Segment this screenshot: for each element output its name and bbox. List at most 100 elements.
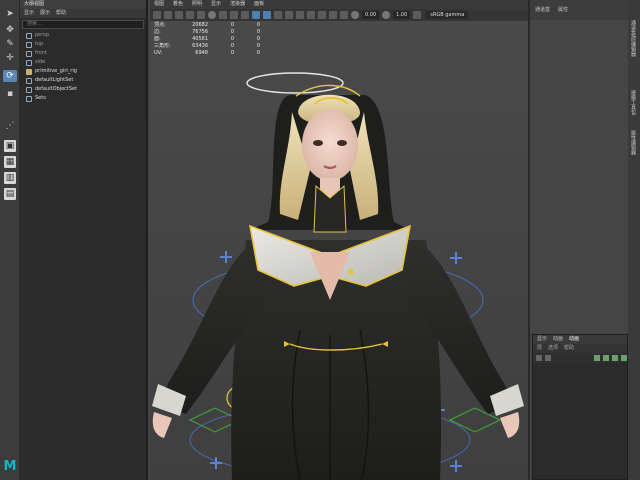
vp-menu-lighting[interactable]: 照明: [192, 0, 202, 9]
camera-icon: [26, 59, 32, 66]
new-empty-layer-icon[interactable]: [612, 355, 618, 361]
move-tool-icon[interactable]: ✛: [3, 52, 17, 64]
layer-menu-options[interactable]: 选项: [548, 344, 558, 353]
hud-label: UV:: [154, 50, 163, 56]
wireframe-on-shaded-icon[interactable]: [274, 11, 282, 19]
outliner-menu-show[interactable]: 展示: [40, 9, 50, 18]
resolution-gate-icon[interactable]: [219, 11, 227, 19]
outliner-item-label: defaultLightSet: [35, 77, 74, 83]
lasso-tool-icon[interactable]: ✥: [3, 24, 17, 36]
hud-value: 40561: [192, 36, 208, 42]
exposure-value[interactable]: 0.00: [362, 11, 380, 19]
outliner-item[interactable]: Sets: [26, 94, 146, 103]
vp-menu-shading[interactable]: 着色: [173, 0, 183, 9]
tab-attributes[interactable]: 属性: [558, 6, 568, 20]
xray-joints-icon[interactable]: [329, 11, 337, 19]
outliner-item-label: persp: [35, 32, 50, 38]
hud-value: 0: [256, 50, 260, 56]
outliner-item-label: defaultObjectSet: [35, 86, 78, 92]
snap-tool-icon[interactable]: ⋰: [3, 120, 17, 132]
hud-value: 0: [230, 36, 234, 42]
layout-stack-icon[interactable]: ▤: [4, 188, 16, 200]
poly-count-hud: 顶点: 20682 0 0 边: 76756 0 0 面: 40561 0 0 三角形: 63436 0 0 U…: [154, 22, 260, 57]
move-layer-down-icon[interactable]: [545, 355, 551, 361]
outliner-search-input[interactable]: 搜索...: [22, 20, 144, 29]
hud-label: 面:: [154, 36, 161, 42]
hud-value: 0: [256, 29, 260, 35]
hud-value: 0: [230, 29, 234, 35]
move-layer-up-icon[interactable]: [536, 355, 542, 361]
vp-menu-view[interactable]: 视图: [154, 0, 164, 9]
vp-menu-show[interactable]: 显示: [211, 0, 221, 9]
new-layer-selected-icon[interactable]: [603, 355, 609, 361]
camera-icon: [26, 32, 32, 39]
right-panel-tabs: 通道盒 属性: [530, 0, 628, 20]
shadows-icon[interactable]: [307, 11, 315, 19]
field-chart-icon[interactable]: [241, 11, 249, 19]
outliner-item[interactable]: defaultObjectSet: [26, 85, 146, 94]
camera-select-icon[interactable]: [153, 11, 161, 19]
gamma-value[interactable]: 1.00: [393, 11, 411, 19]
gamma-icon[interactable]: [382, 11, 391, 19]
gate-mask-icon[interactable]: [230, 11, 238, 19]
hud-value: 0: [230, 50, 234, 56]
layer-options-icon[interactable]: [621, 355, 627, 361]
tab-anim-active[interactable]: 动画: [569, 335, 579, 344]
hud-value: 0: [256, 43, 260, 49]
outliner-menu-display[interactable]: 显示: [24, 9, 34, 18]
layer-editor-toolbar: [533, 353, 627, 363]
hud-value: 63436: [192, 43, 208, 49]
layer-menu-layers[interactable]: 层: [537, 344, 542, 353]
outliner-item[interactable]: defaultLightSet: [26, 76, 146, 85]
grid-icon[interactable]: [197, 11, 205, 19]
layout-four-icon[interactable]: ▦: [4, 156, 16, 168]
camera-lock-icon[interactable]: [164, 11, 172, 19]
hud-value: 6948: [195, 50, 208, 56]
camera-icon: [26, 41, 32, 48]
maya-logo: M: [3, 459, 17, 474]
outliner-item-label: top: [35, 41, 44, 47]
layout-single-icon[interactable]: ▣: [4, 140, 16, 152]
viewport-panel[interactable]: 视图 着色 照明 显示 渲染器 面板 0.00 1.00 sRGB gamma …: [150, 0, 528, 480]
scale-tool-icon[interactable]: ▪: [3, 88, 17, 100]
outliner-menu-help[interactable]: 帮助: [56, 9, 66, 18]
hud-row: 边: 76756 0 0: [154, 29, 260, 36]
wireframe-icon[interactable]: [252, 11, 260, 19]
view-transform-select[interactable]: sRGB gamma: [426, 11, 469, 19]
right-panel: 通道盒 属性 显示 动画 动画 层 选项 帮助: [528, 0, 628, 480]
lights-icon[interactable]: [296, 11, 304, 19]
image-plane-icon[interactable]: [186, 11, 194, 19]
bookmark-icon[interactable]: [175, 11, 183, 19]
tab-channel-box[interactable]: 通道盒: [535, 6, 550, 20]
layout-side-icon[interactable]: ▥: [4, 172, 16, 184]
outliner-item[interactable]: top: [26, 40, 146, 49]
select-tool-icon[interactable]: ➤: [3, 8, 17, 20]
set-icon: [26, 77, 32, 84]
hud-row: 顶点: 20682 0 0: [154, 22, 260, 29]
tab-display-layers[interactable]: 显示: [537, 335, 547, 344]
vp-menu-renderer[interactable]: 渲染器: [230, 0, 245, 9]
textured-icon[interactable]: [285, 11, 293, 19]
vp-menu-panels[interactable]: 面板: [254, 0, 264, 9]
outliner-item[interactable]: primitive_girl_rig: [26, 67, 146, 76]
tab-anim-layers[interactable]: 动画: [553, 335, 563, 344]
layer-menu-help[interactable]: 帮助: [564, 344, 574, 353]
side-tab-channel-box[interactable]: 通道盒/层编辑器: [630, 20, 637, 57]
new-layer-icon[interactable]: [594, 355, 600, 361]
paint-tool-icon[interactable]: ✎: [3, 38, 17, 50]
smooth-shade-icon[interactable]: [263, 11, 271, 19]
outliner-item-label: Sets: [35, 95, 46, 101]
isolate-select-icon[interactable]: [340, 11, 348, 19]
rotate-tool-icon[interactable]: ⟳: [3, 70, 17, 82]
character-scene[interactable]: [150, 0, 528, 480]
side-tab-modeling-toolkit[interactable]: 建模工具包: [630, 90, 637, 115]
color-management-icon[interactable]: [413, 11, 422, 19]
outliner-item[interactable]: front: [26, 49, 146, 58]
hud-value: 20682: [192, 22, 208, 28]
outliner-item[interactable]: persp: [26, 31, 146, 40]
side-tab-attribute-editor[interactable]: 属性编辑器: [630, 130, 637, 155]
xray-icon[interactable]: [318, 11, 326, 19]
outliner-item[interactable]: side: [26, 58, 146, 67]
film-gate-icon[interactable]: [208, 11, 216, 19]
exposure-icon[interactable]: [351, 11, 359, 19]
